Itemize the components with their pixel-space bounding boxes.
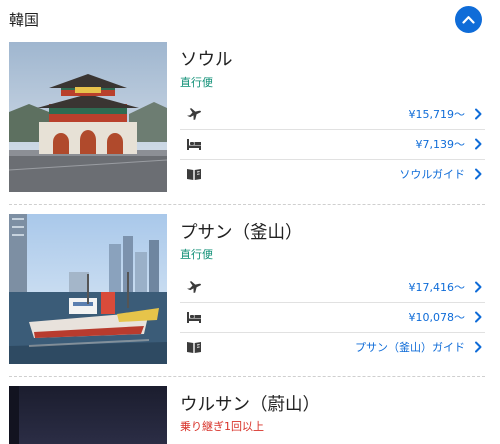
hotel-price: ¥10,078～: [408, 311, 466, 324]
city-name[interactable]: プサン（釜山）: [180, 219, 303, 244]
airplane-icon: [187, 281, 201, 293]
guide-link[interactable]: ソウルガイド: [399, 166, 465, 182]
hotel-price: ¥7,139～: [415, 138, 466, 151]
bed-icon: [187, 139, 201, 150]
card-separator: [9, 376, 485, 377]
collapse-button[interactable]: [455, 6, 482, 33]
ulsan-photo[interactable]: [9, 386, 167, 444]
country-section-header[interactable]: 韓国: [0, 0, 500, 38]
guide-row[interactable]: プサン（釜山）ガイド: [180, 333, 485, 361]
chevron-right-icon: [475, 138, 482, 150]
airplane-icon: [187, 108, 201, 120]
city-name[interactable]: ソウル: [180, 46, 233, 71]
flight-price-row[interactable]: ¥15,719～: [180, 100, 485, 128]
hotel-price-row[interactable]: ¥7,139～: [180, 130, 485, 158]
chevron-right-icon: [475, 311, 482, 323]
card-separator: [9, 204, 485, 205]
guide-row[interactable]: ソウルガイド: [180, 160, 485, 188]
bed-icon: [187, 312, 201, 323]
flight-price: ¥17,416～: [408, 281, 466, 294]
flight-price-row[interactable]: ¥17,416～: [180, 273, 485, 301]
guide-link[interactable]: プサン（釜山）ガイド: [355, 339, 465, 355]
route-type: 直行便: [180, 76, 213, 89]
hotel-price-row[interactable]: ¥10,078～: [180, 303, 485, 331]
chevron-right-icon: [475, 108, 482, 120]
chevron-right-icon: [475, 281, 482, 293]
country-title: 韓国: [9, 11, 40, 29]
route-type: 乗り継ぎ1回以上: [180, 420, 264, 433]
book-icon: [187, 169, 201, 180]
chevron-right-icon: [475, 168, 482, 180]
city-name[interactable]: ウルサン（蔚山）: [180, 391, 320, 416]
destination-list: 韓国 ソウル 直行便 ¥15,719～ ¥7,139～ ソウルガイド プサン（釜…: [0, 0, 500, 444]
seoul-photo[interactable]: [9, 42, 167, 192]
route-type: 直行便: [180, 248, 213, 261]
book-icon: [187, 342, 201, 353]
chevron-up-icon: [462, 16, 475, 24]
flight-price: ¥15,719～: [408, 108, 466, 121]
busan-photo[interactable]: [9, 214, 167, 364]
chevron-right-icon: [475, 341, 482, 353]
